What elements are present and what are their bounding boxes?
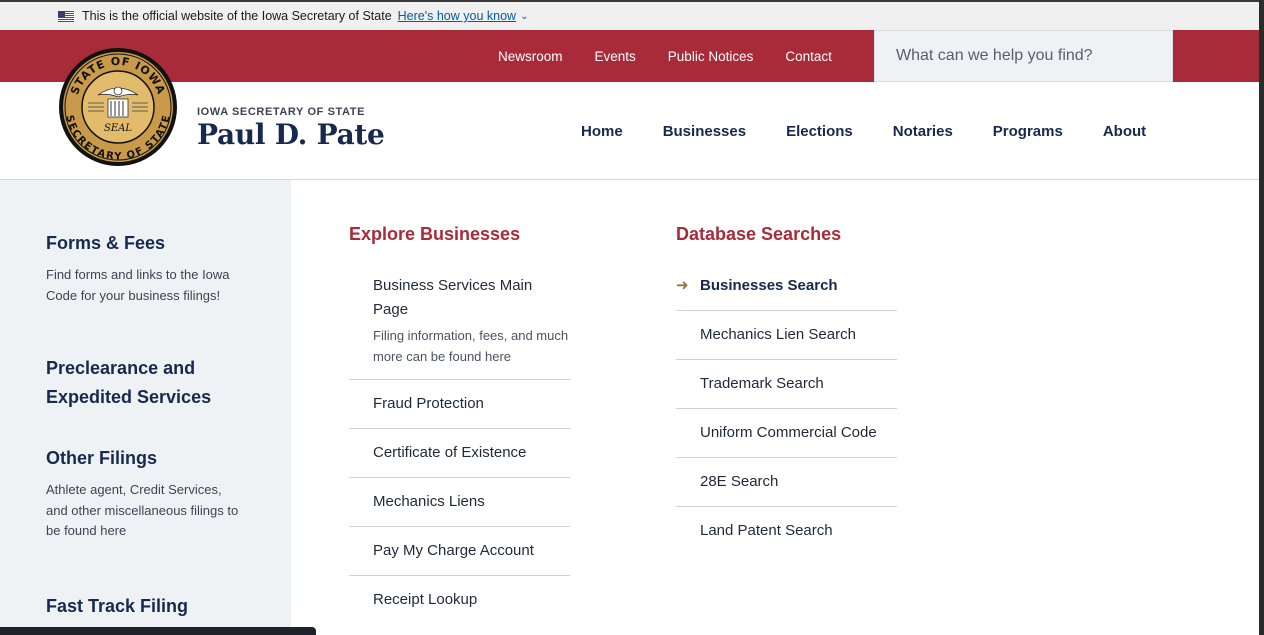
- list-item-label[interactable]: Trademark Search: [700, 372, 897, 396]
- utility-link-events[interactable]: Events: [595, 49, 636, 64]
- list-item[interactable]: 28E Search: [676, 458, 897, 507]
- arrow-right-icon: ➜: [676, 277, 689, 294]
- list-item[interactable]: Certificate of Existence: [349, 429, 570, 478]
- list-item-label[interactable]: Receipt Lookup: [373, 588, 570, 612]
- us-flag-icon: [58, 10, 74, 22]
- list-item-label[interactable]: Land Patent Search: [700, 519, 897, 543]
- main-nav: Home Businesses Elections Notaries Progr…: [561, 82, 1166, 180]
- utility-link-newsroom[interactable]: Newsroom: [498, 49, 563, 64]
- list-item-label[interactable]: Fraud Protection: [373, 392, 570, 416]
- list-item-label[interactable]: Pay My Charge Account: [373, 539, 570, 563]
- sidebar-item-desc: Athlete agent, Credit Services, and othe…: [46, 482, 239, 538]
- site-header: IOWA SECRETARY OF STATE Paul D. Pate Hom…: [0, 82, 1259, 180]
- mega-menu-sidebar: Forms & Fees Find forms and links to the…: [0, 180, 291, 635]
- nav-about[interactable]: About: [1103, 123, 1146, 140]
- chevron-down-icon[interactable]: ⌄: [520, 11, 528, 22]
- database-searches-heading: Database Searches: [676, 224, 842, 244]
- sidebar-item-title[interactable]: Preclearance and Expedited Services: [46, 354, 246, 412]
- database-searches-list: ➜ Businesses Search Mechanics Lien Searc…: [676, 262, 897, 555]
- org-name[interactable]: Paul D. Pate: [197, 118, 385, 151]
- list-item[interactable]: Fraud Protection: [349, 380, 570, 429]
- sidebar-item-other-filings[interactable]: Other Filings Athlete agent, Credit Serv…: [46, 444, 246, 542]
- official-site-text: This is the official website of the Iowa…: [82, 9, 392, 23]
- list-item[interactable]: Uniform Commercial Code: [676, 409, 897, 458]
- list-item-label[interactable]: Certificate of Existence: [373, 441, 570, 465]
- list-item[interactable]: Mechanics Liens: [349, 478, 570, 527]
- nav-home[interactable]: Home: [581, 123, 623, 140]
- nav-elections[interactable]: Elections: [786, 123, 853, 140]
- browser-status-bar: [0, 627, 316, 635]
- sidebar-item-preclearance[interactable]: Preclearance and Expedited Services: [46, 354, 246, 412]
- list-item[interactable]: Receipt Lookup: [349, 576, 570, 624]
- state-seal-logo[interactable]: STATE OF IOWA SECRETARY OF STATE SEAL: [58, 47, 178, 167]
- sidebar-item-forms-fees[interactable]: Forms & Fees Find forms and links to the…: [46, 229, 246, 306]
- nav-businesses[interactable]: Businesses: [663, 123, 746, 140]
- list-item-active[interactable]: ➜ Businesses Search: [676, 262, 897, 311]
- explore-businesses-list: Business Services Main Page Filing infor…: [349, 262, 570, 624]
- page: This is the official website of the Iowa…: [0, 0, 1259, 635]
- svg-text:SEAL: SEAL: [104, 123, 132, 134]
- list-item[interactable]: Pay My Charge Account: [349, 527, 570, 576]
- search-input[interactable]: [875, 31, 1172, 81]
- list-item[interactable]: Trademark Search: [676, 360, 897, 409]
- explore-businesses-heading: Explore Businesses: [349, 224, 521, 244]
- sidebar-item-title[interactable]: Other Filings: [46, 444, 246, 473]
- list-item-label[interactable]: Uniform Commercial Code: [700, 421, 897, 445]
- list-item[interactable]: Mechanics Lien Search: [676, 311, 897, 360]
- list-item[interactable]: Business Services Main Page Filing infor…: [349, 262, 570, 380]
- list-item-label[interactable]: 28E Search: [700, 470, 897, 494]
- official-site-banner: This is the official website of the Iowa…: [0, 2, 1259, 30]
- list-item[interactable]: Land Patent Search: [676, 507, 897, 555]
- heres-how-you-know-link[interactable]: Here's how you know: [398, 9, 516, 23]
- list-item-label[interactable]: Mechanics Liens: [373, 490, 570, 514]
- sidebar-item-title[interactable]: Forms & Fees: [46, 229, 246, 258]
- list-item-desc: Filing information, fees, and much more …: [373, 328, 569, 364]
- utility-link-contact[interactable]: Contact: [785, 49, 832, 64]
- nav-programs[interactable]: Programs: [993, 123, 1063, 140]
- utility-link-public-notices[interactable]: Public Notices: [668, 49, 754, 64]
- sidebar-item-fast-track[interactable]: Fast Track Filing: [46, 592, 246, 621]
- nav-notaries[interactable]: Notaries: [893, 123, 953, 140]
- site-search: [874, 30, 1173, 82]
- list-item-label[interactable]: Businesses Search: [700, 274, 838, 298]
- org-eyebrow: IOWA SECRETARY OF STATE: [197, 106, 366, 118]
- sidebar-item-desc: Find forms and links to the Iowa Code fo…: [46, 267, 230, 303]
- businesses-mega-menu: Forms & Fees Find forms and links to the…: [0, 180, 1259, 635]
- utility-nav: Newsroom Events Public Notices Contact: [482, 30, 848, 82]
- list-item-label[interactable]: Business Services Main Page: [373, 274, 570, 322]
- list-item-label[interactable]: Mechanics Lien Search: [700, 323, 897, 347]
- window-edge: [1259, 0, 1264, 635]
- sidebar-item-title[interactable]: Fast Track Filing: [46, 592, 246, 621]
